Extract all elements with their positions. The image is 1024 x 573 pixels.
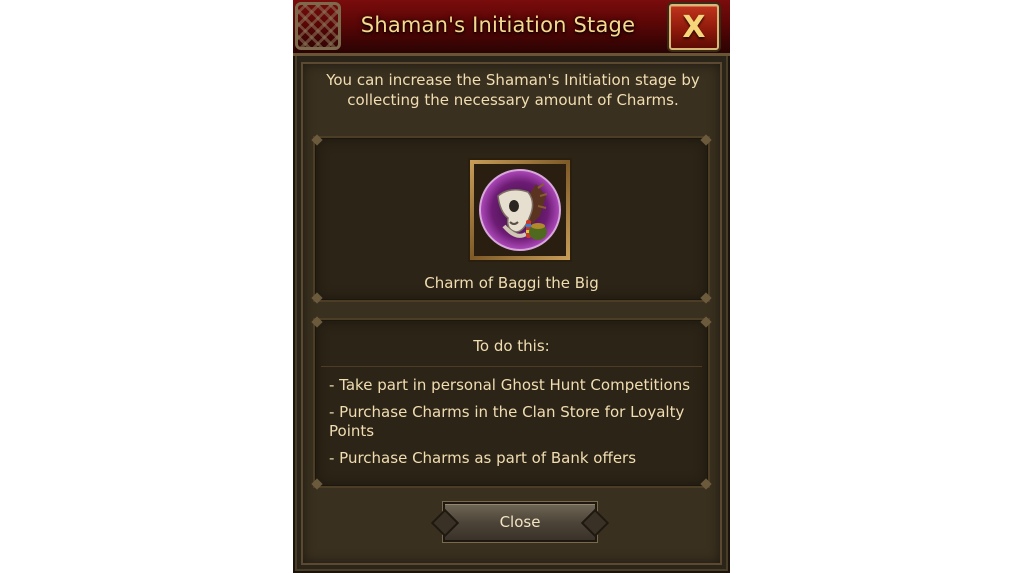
todo-panel: To do this: - Take part in personal Ghos…: [311, 316, 712, 490]
charm-icon-frame[interactable]: [468, 158, 572, 262]
todo-list: - Take part in personal Ghost Hunt Compe…: [329, 376, 701, 476]
close-x-button[interactable]: X: [669, 4, 719, 50]
todo-heading: To do this:: [321, 326, 702, 367]
title-bar: Shaman's Initiation Stage X: [293, 0, 730, 56]
todo-item-clan-store: - Purchase Charms in the Clan Store for …: [329, 403, 685, 440]
celtic-knot-icon: [295, 2, 341, 50]
charm-skull-icon: [479, 169, 561, 251]
dialog-title: Shaman's Initiation Stage: [360, 13, 636, 37]
close-button-label: Close: [499, 513, 541, 531]
shaman-initiation-dialog: Shaman's Initiation Stage X You can incr…: [293, 0, 730, 573]
intro-text: You can increase the Shaman's Initiation…: [326, 71, 700, 109]
todo-item-ghost-hunt: - Take part in personal Ghost Hunt Compe…: [329, 376, 691, 394]
charm-panel: Charm of Baggi the Big: [311, 134, 712, 304]
todo-item-bank-offers: - Purchase Charms as part of Bank offers: [329, 449, 637, 467]
close-button[interactable]: Close: [430, 502, 610, 542]
dialog-body: You can increase the Shaman's Initiation…: [301, 62, 722, 565]
charm-name-label: Charm of Baggi the Big: [424, 274, 599, 292]
